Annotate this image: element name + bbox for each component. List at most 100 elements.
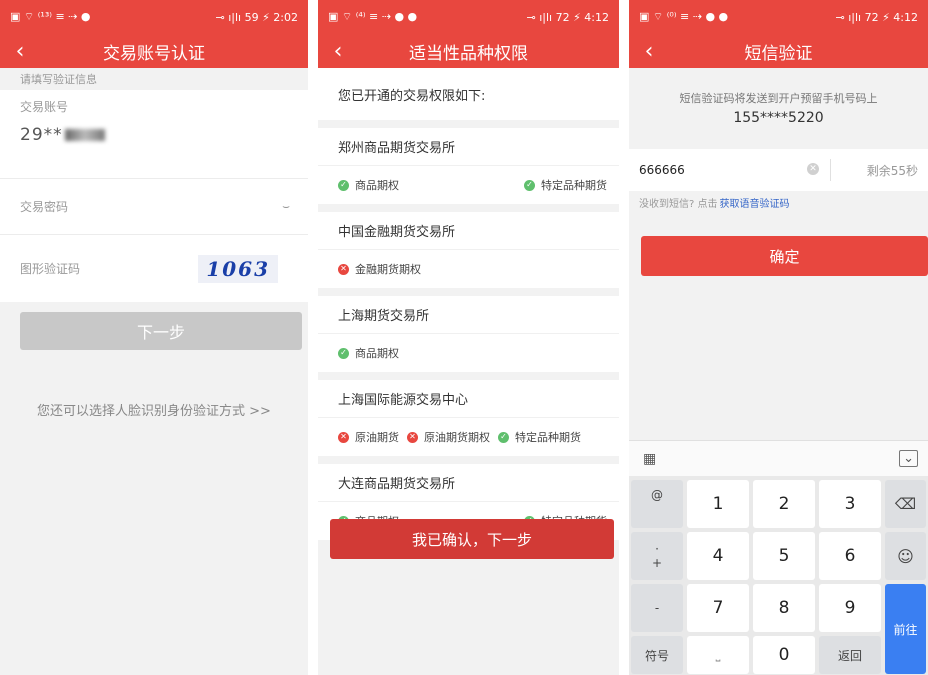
divider	[830, 159, 831, 181]
status-right: ⊸ ı|lı 72 ⚡ 4:12	[526, 10, 610, 24]
status-left: ▣ ⌔ ⁽⁴⁾ ≡ ⇢ ● ●	[328, 10, 418, 23]
exchange-card: 郑州商品期货交易所 ✓ 商品期权 ✓ 特定品种期货	[318, 128, 619, 204]
verify-form: 交易账号 29** 交易密码 ⌣ 图形验证码 1063	[0, 90, 308, 302]
back-icon[interactable]: ‹	[0, 34, 40, 68]
permissions-intro: 您已开通的交易权限如下:	[318, 68, 619, 120]
collapse-keyboard-icon[interactable]: ⌄	[899, 450, 918, 467]
account-field[interactable]: 交易账号 29**	[0, 90, 308, 178]
key-7[interactable]: 7	[687, 584, 749, 632]
phone-screen-permissions: ▣ ⌔ ⁽⁴⁾ ≡ ⇢ ● ● ⊸ ı|lı 72 ⚡ 4:12 ‹ 适当性品种…	[318, 0, 619, 675]
key-minus[interactable]: -	[631, 584, 683, 632]
back-icon[interactable]: ‹	[629, 34, 669, 68]
voice-code-link[interactable]: 获取语音验证码	[720, 195, 790, 210]
permission-item: ✕ 原油期货期权	[407, 429, 490, 445]
status-right: ⊸ ı|lı 59 ⚡ 2:02	[215, 10, 299, 24]
key-1[interactable]: 1	[687, 480, 749, 528]
permission-item: ✕ 金融期货期权	[338, 261, 421, 277]
backspace-icon[interactable]: ⌫	[885, 480, 926, 528]
check-icon: ✓	[498, 431, 509, 443]
captcha-label: 图形验证码	[20, 262, 81, 276]
status-bar: ▣ ⌔ ⁽⁰⁾ ≡ ⇢ ● ● ⊸ ı|lı 72 ⚡ 4:12	[629, 0, 928, 34]
check-icon: ✓	[524, 179, 535, 191]
next-button[interactable]: 下一步	[20, 312, 302, 350]
key-6[interactable]: 6	[819, 532, 881, 580]
page-title: 适当性品种权限	[409, 43, 528, 64]
permission-items: ✓ 商品期权	[318, 334, 619, 372]
captcha-field[interactable]: 图形验证码 1063	[0, 234, 308, 302]
permission-item: ✓商品期权	[338, 177, 399, 193]
sms-info-text: 短信验证码将发送到开户预留手机号码上	[679, 92, 878, 105]
title-bar: ‹ 短信验证	[629, 34, 928, 68]
permission-item: ✓商品期权	[338, 345, 399, 361]
emoji-icon[interactable]: ☺	[885, 532, 926, 580]
permission-items: ✕ 原油期货 ✕ 原油期货期权 ✓ 特定品种期货	[318, 418, 619, 456]
key-3[interactable]: 3	[819, 480, 881, 528]
key-go[interactable]: 前往	[885, 584, 926, 674]
account-label: 交易账号	[20, 100, 69, 114]
phone-screen-sms-verify: ▣ ⌔ ⁽⁰⁾ ≡ ⇢ ● ● ⊸ ı|lı 72 ⚡ 4:12 ‹ 短信验证 …	[629, 0, 928, 675]
permission-item: ✕ 原油期货	[338, 429, 399, 445]
face-verify-link[interactable]: 您还可以选择人脸识别身份验证方式 >>	[0, 400, 308, 419]
key-at[interactable]: @	[631, 480, 683, 528]
status-left: ▣ ⌔ ⁽¹³⁾ ≡ ⇢ ●	[10, 10, 91, 23]
status-bar: ▣ ⌔ ⁽¹³⁾ ≡ ⇢ ● ⊸ ı|lı 59 ⚡ 2:02	[0, 0, 308, 34]
check-icon: ✓	[338, 347, 349, 359]
key-return[interactable]: 返回	[819, 636, 881, 674]
permission-items: ✕ 金融期货期权	[318, 250, 619, 288]
cross-icon: ✕	[338, 431, 349, 443]
exchange-name: 郑州商品期货交易所	[318, 128, 619, 166]
status-left: ▣ ⌔ ⁽⁰⁾ ≡ ⇢ ● ●	[639, 10, 729, 23]
password-label: 交易密码	[20, 200, 69, 214]
form-hint: 请填写验证信息	[0, 68, 308, 90]
status-right: ⊸ ı|lı 72 ⚡ 4:12	[835, 10, 919, 24]
page-title: 短信验证	[744, 43, 813, 64]
key-8[interactable]: 8	[753, 584, 815, 632]
page-title: 交易账号认证	[103, 43, 205, 64]
voice-code-row: 没收到短信? 点击 获取语音验证码	[629, 191, 928, 213]
countdown-text: 剩余55秒	[866, 164, 918, 178]
blurred-mask	[64, 129, 105, 141]
key-0[interactable]: 0	[753, 636, 815, 674]
keyboard-toolbar: ▦ ⌄	[629, 440, 928, 476]
exchange-name: 大连商品期货交易所	[318, 464, 619, 502]
key-9[interactable]: 9	[819, 584, 881, 632]
cross-icon: ✕	[407, 431, 418, 443]
key-2[interactable]: 2	[753, 480, 815, 528]
status-bar: ▣ ⌔ ⁽⁴⁾ ≡ ⇢ ● ● ⊸ ı|lı 72 ⚡ 4:12	[318, 0, 619, 34]
clear-icon[interactable]: ✕	[807, 163, 819, 175]
exchange-name: 上海期货交易所	[318, 296, 619, 334]
exchange-name: 上海国际能源交易中心	[318, 380, 619, 418]
grid-icon[interactable]: ▦	[643, 451, 656, 467]
cross-icon: ✕	[338, 263, 349, 275]
password-field[interactable]: 交易密码 ⌣	[0, 178, 308, 234]
exchange-name: 中国金融期货交易所	[318, 212, 619, 250]
exchange-card: 中国金融期货交易所 ✕ 金融期货期权	[318, 212, 619, 288]
title-bar: ‹ 交易账号认证	[0, 34, 308, 68]
permission-items: ✓商品期权 ✓特定品种期货	[318, 166, 619, 204]
voice-prefix: 没收到短信? 点击	[639, 198, 718, 210]
back-icon[interactable]: ‹	[318, 34, 358, 68]
space-key[interactable]: ⎵	[687, 636, 749, 674]
permission-item: ✓特定品种期货	[524, 177, 607, 193]
key-4[interactable]: 4	[687, 532, 749, 580]
sms-code-value: 666666	[639, 163, 685, 177]
key-symbols[interactable]: 符号	[631, 636, 683, 674]
key-dot-plus[interactable]: · +	[631, 532, 683, 580]
confirm-button[interactable]: 确定	[641, 236, 928, 276]
microphone-icon: ⎵	[715, 647, 721, 662]
account-value: 29**	[20, 125, 308, 145]
check-icon: ✓	[338, 179, 349, 191]
numeric-keyboard: @ · + - 符号 1 2 3 4 5 6 7 8 9 ⎵ 0 返回 ⌫ ☺ 前…	[629, 476, 928, 675]
confirm-next-button[interactable]: 我已确认，下一步	[330, 519, 614, 559]
exchange-card: 上海国际能源交易中心 ✕ 原油期货 ✕ 原油期货期权 ✓ 特定品种期货	[318, 380, 619, 456]
sms-info: 短信验证码将发送到开户预留手机号码上 155****5220	[629, 68, 928, 136]
permission-item: ✓特定品种期货	[498, 429, 581, 445]
eye-closed-icon[interactable]: ⌣	[282, 199, 290, 214]
title-bar: ‹ 适当性品种权限	[318, 34, 619, 68]
phone-screen-account-auth: ▣ ⌔ ⁽¹³⁾ ≡ ⇢ ● ⊸ ı|lı 59 ⚡ 2:02 ‹ 交易账号认证…	[0, 0, 308, 675]
key-5[interactable]: 5	[753, 532, 815, 580]
masked-phone: 155****5220	[733, 110, 824, 126]
captcha-image[interactable]: 1063	[198, 254, 278, 283]
exchange-card: 上海期货交易所 ✓ 商品期权	[318, 296, 619, 372]
sms-code-input[interactable]: 666666 ✕ 剩余55秒	[629, 149, 928, 191]
